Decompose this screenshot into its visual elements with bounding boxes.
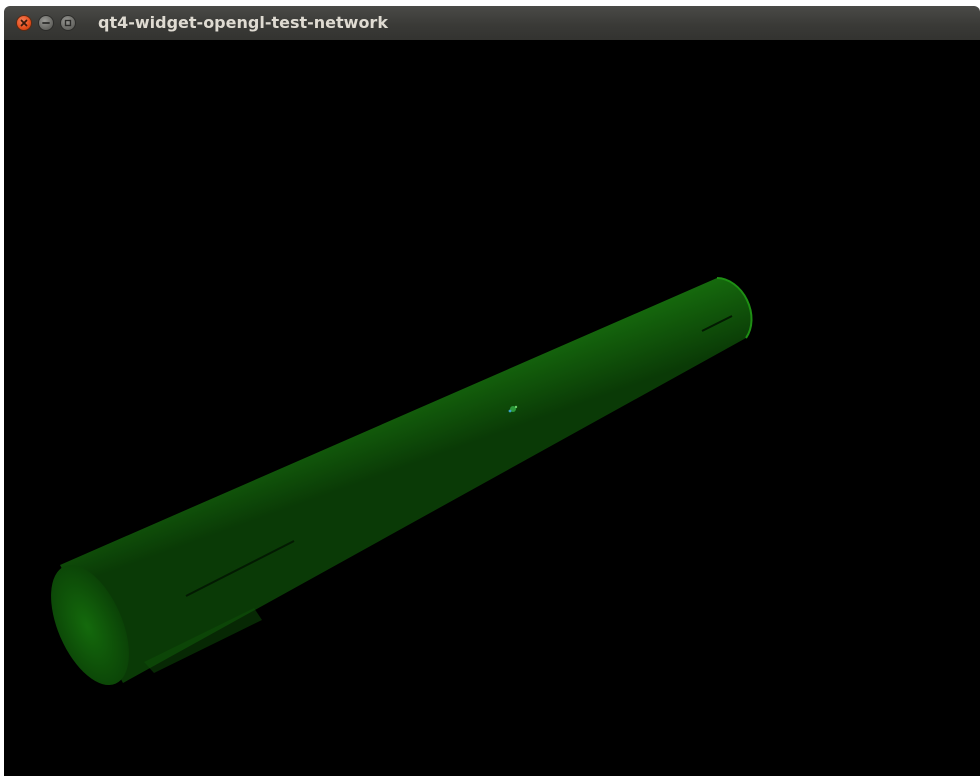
opengl-viewport[interactable]	[4, 40, 980, 776]
maximize-button[interactable]	[60, 15, 76, 31]
close-icon	[20, 19, 28, 27]
title-bar[interactable]: qt4-widget-opengl-test-network	[4, 6, 980, 40]
gl-scene	[51, 277, 753, 686]
minimize-button[interactable]	[38, 15, 54, 31]
application-window: qt4-widget-opengl-test-network	[0, 0, 980, 776]
minimize-icon	[42, 22, 50, 24]
window-title: qt4-widget-opengl-test-network	[98, 13, 388, 32]
maximize-icon	[64, 19, 72, 27]
close-button[interactable]	[16, 15, 32, 31]
cylinder-body	[60, 278, 752, 683]
